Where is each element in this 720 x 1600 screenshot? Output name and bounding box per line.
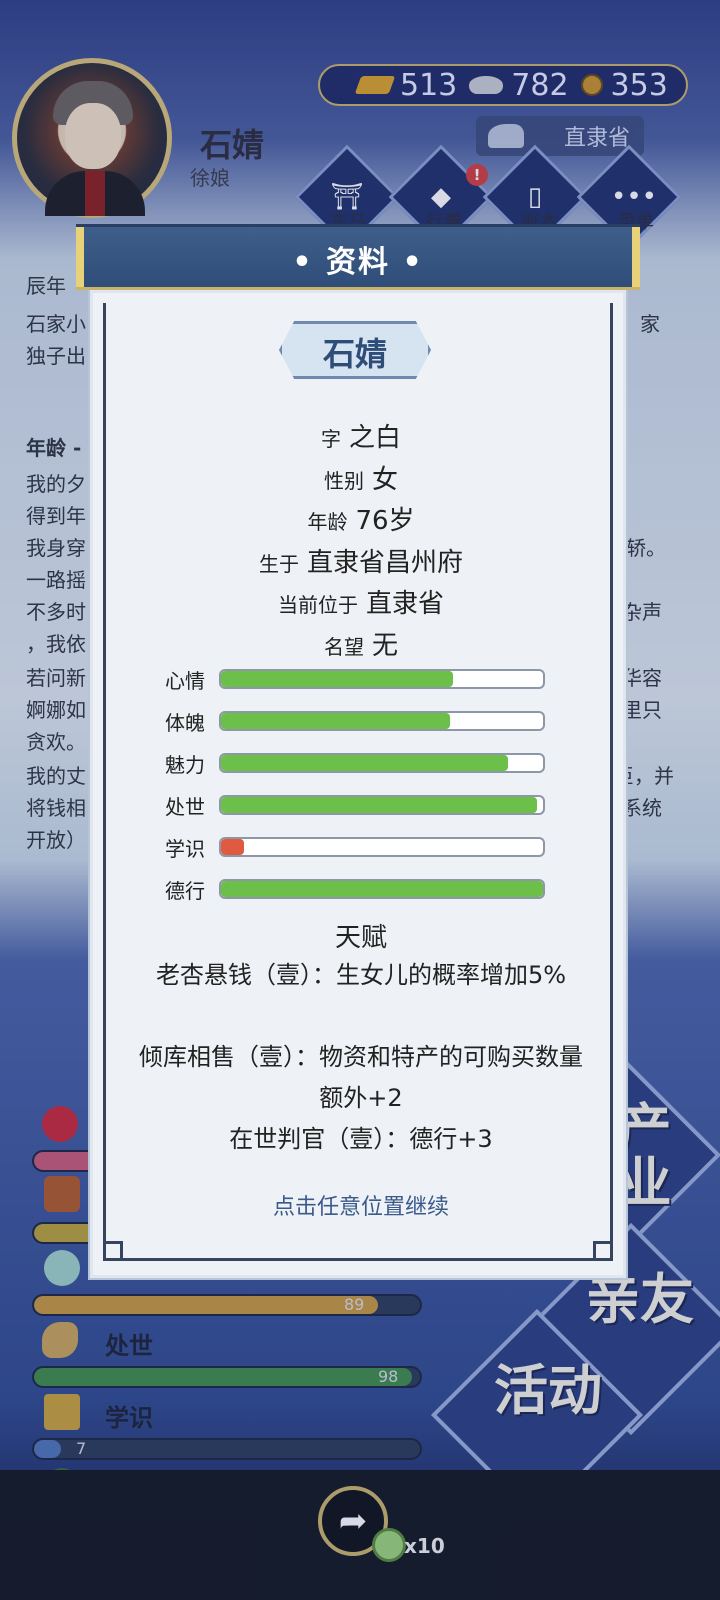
modal-body: 石婧 字之白 性别女 年龄 76岁 生于 直隶省昌州府 当前位于 直隶省 名望无 心情…	[90, 290, 626, 1278]
stat-track	[219, 837, 545, 857]
modal-character-name: 石婧	[322, 335, 387, 373]
info-key: 字	[320, 427, 341, 451]
info-key: 生于	[258, 552, 299, 576]
stat-label: 处世	[165, 795, 205, 819]
stat-track	[219, 711, 545, 731]
stat-row-social: 处世	[165, 795, 545, 819]
info-value: 直隶省	[365, 589, 444, 619]
info-value: 之白	[348, 423, 401, 453]
talent-item: 倾库相售（壹）：物资和特产的可购买数量额外+2	[139, 1043, 583, 1112]
stat-fill	[221, 671, 453, 687]
stat-track	[219, 795, 545, 815]
info-key: 名望	[323, 635, 364, 659]
info-reputation: 名望无	[93, 625, 629, 662]
stat-fill	[221, 797, 537, 813]
stat-label: 学识	[165, 837, 205, 861]
info-value: 直隶省昌州府	[306, 548, 463, 578]
info-value: 76岁	[355, 506, 415, 536]
profile-modal: 石婧 字之白 性别女 年龄 76岁 生于 直隶省昌州府 当前位于 直隶省 名望无 心情…	[76, 224, 640, 1278]
talent-item: 在世判官（壹）：德行+3	[229, 1125, 493, 1153]
stat-fill	[221, 755, 508, 771]
info-key: 年龄	[307, 510, 348, 534]
info-courtesy-name: 字之白	[93, 417, 629, 454]
modal-header: • 资料 •	[76, 224, 640, 290]
info-age: 年龄 76岁	[93, 500, 629, 537]
stat-label: 魅力	[165, 753, 205, 777]
info-value: 女	[371, 465, 398, 495]
stat-row-charm: 魅力	[165, 753, 545, 777]
info-birthplace: 生于 直隶省昌州府	[93, 542, 629, 579]
stat-row-mood: 心情	[165, 669, 545, 693]
stat-track	[219, 753, 545, 773]
talent-heading: 天赋	[334, 923, 387, 953]
stat-fill	[221, 881, 543, 897]
info-key: 性别	[323, 469, 364, 493]
frame-corner	[593, 1241, 613, 1261]
info-value: 无	[371, 631, 398, 661]
modal-title-text: 资料	[326, 245, 390, 280]
frame-corner	[103, 1241, 123, 1261]
stat-row-knowledge: 学识	[165, 837, 545, 861]
stat-row-physique: 体魄	[165, 711, 545, 735]
talent-item: 老杏悬钱（壹）：生女儿的概率增加5%	[155, 961, 567, 989]
stat-track	[219, 669, 545, 689]
modal-title: • 资料 •	[292, 245, 424, 280]
info-current-location: 当前位于 直隶省	[93, 583, 629, 620]
stat-label: 德行	[165, 879, 205, 903]
info-gender: 性别女	[93, 459, 629, 496]
stat-fill	[221, 713, 450, 729]
info-key: 当前位于	[277, 593, 358, 617]
stat-row-virtue: 德行	[165, 879, 545, 903]
stat-track	[219, 879, 545, 899]
continue-hint[interactable]: 点击任意位置继续	[93, 1189, 629, 1221]
stat-label: 体魄	[165, 711, 205, 735]
stat-fill	[221, 839, 244, 855]
stat-label: 心情	[165, 669, 205, 693]
